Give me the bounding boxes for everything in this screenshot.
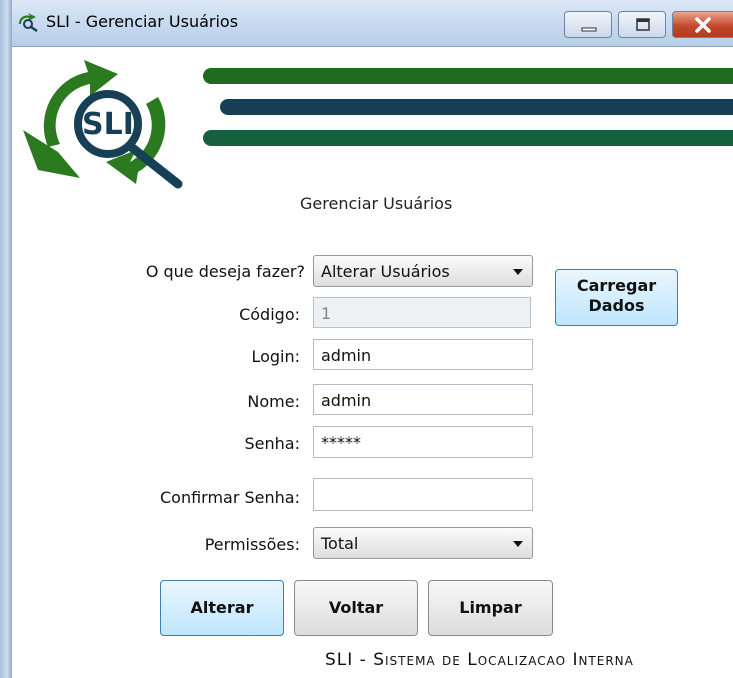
chevron-down-icon bbox=[513, 269, 523, 275]
permissoes-label: Permissões: bbox=[204, 535, 300, 554]
app-window: SLI - Gerenciar Usuários SLI Gerenciar U… bbox=[0, 0, 733, 678]
action-select-value: Alterar Usuários bbox=[321, 262, 450, 281]
login-label: Login: bbox=[251, 347, 300, 366]
minimize-icon bbox=[581, 27, 597, 32]
nome-field[interactable]: admin bbox=[313, 384, 533, 415]
login-field[interactable]: admin bbox=[313, 339, 533, 370]
close-icon bbox=[695, 17, 711, 33]
window-left-border bbox=[0, 0, 12, 678]
footer-text: SLI - Sistema de Localizacao Interna bbox=[325, 650, 634, 670]
alterar-button[interactable]: Alterar bbox=[160, 580, 284, 636]
minimize-button[interactable] bbox=[564, 11, 612, 38]
voltar-button[interactable]: Voltar bbox=[294, 580, 418, 636]
title-bar[interactable]: SLI - Gerenciar Usuários bbox=[0, 0, 733, 47]
header-stripe-bottom bbox=[203, 130, 733, 146]
senha-label: Senha: bbox=[244, 434, 300, 453]
nome-label: Nome: bbox=[247, 392, 300, 411]
logo-text: SLI bbox=[82, 107, 134, 142]
codigo-field: 1 bbox=[313, 297, 531, 328]
action-select[interactable]: Alterar Usuários bbox=[313, 255, 533, 287]
action-label: O que deseja fazer? bbox=[145, 262, 305, 281]
close-button[interactable] bbox=[672, 11, 733, 38]
confirmar-senha-label: Confirmar Senha: bbox=[159, 488, 300, 507]
permissoes-select[interactable]: Total bbox=[313, 527, 533, 559]
header-stripe-middle bbox=[220, 99, 733, 115]
load-data-button[interactable]: Carregar Dados bbox=[555, 269, 678, 326]
load-data-label-line2: Dados bbox=[588, 296, 645, 315]
chevron-down-icon bbox=[513, 541, 523, 547]
maximize-icon bbox=[636, 18, 650, 31]
page-heading: Gerenciar Usuários bbox=[300, 194, 453, 213]
load-data-label-line1: Carregar bbox=[576, 276, 657, 295]
header-stripe-top bbox=[203, 68, 733, 84]
limpar-button[interactable]: Limpar bbox=[428, 580, 553, 636]
codigo-label: Código: bbox=[239, 305, 300, 324]
permissoes-select-value: Total bbox=[321, 534, 359, 553]
senha-field[interactable]: ***** bbox=[313, 426, 533, 458]
confirmar-senha-field[interactable] bbox=[313, 478, 533, 511]
window-title: SLI - Gerenciar Usuários bbox=[46, 12, 239, 31]
maximize-button[interactable] bbox=[618, 11, 666, 38]
app-icon bbox=[16, 12, 40, 36]
sli-logo: SLI bbox=[23, 60, 183, 189]
